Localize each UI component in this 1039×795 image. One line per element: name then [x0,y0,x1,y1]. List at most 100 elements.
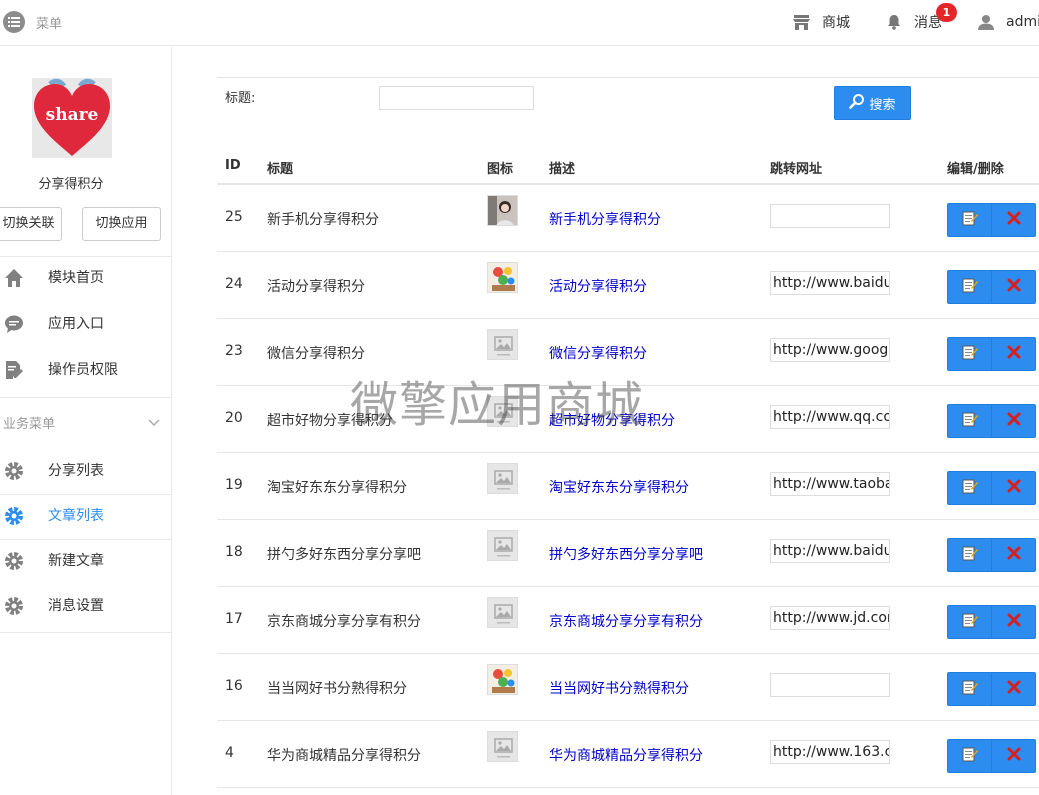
sidebar-item-message-settings[interactable]: 消息设置 [0,584,172,628]
close-icon [1007,747,1021,765]
sidebar: share 分享得积分 切换关联 切换应用 模块首页 应用入口 操作员权限 业务… [0,47,172,795]
logo-wordmark: share [46,105,99,125]
cell-description: 微信分享得积分 [549,346,647,362]
edit-button[interactable] [947,471,992,505]
cell-title: 淘宝好东东分享得积分 [267,480,407,496]
cell-description: 活动分享得积分 [549,279,647,295]
edit-button[interactable] [947,739,992,773]
sidebar-item-label: 模块首页 [48,270,104,286]
thumbnail-image [487,195,518,226]
search-divider [217,77,1039,78]
redirect-url-field[interactable]: http://www.163.com [770,740,890,764]
chevron-down-icon[interactable] [148,415,160,431]
redirect-url-field[interactable]: http://www.qq.com [770,405,890,429]
sidebar-item-label: 文章列表 [48,508,104,524]
table-row: 25 新手机分享得积分 新手机分享得积分 [217,185,1039,252]
messages-link[interactable]: 消息 [887,12,942,32]
sidebar-item-article-list[interactable]: 文章列表 [0,494,172,538]
edit-button[interactable] [947,605,992,639]
table-row: 23 微信分享得积分 微信分享得积分 http://www.google.com [217,319,1039,386]
cell-id: 25 [225,209,243,225]
list-icon [3,11,25,33]
delete-button[interactable] [991,672,1036,706]
search-title-input[interactable] [379,86,534,110]
redirect-url-field[interactable]: http://www.baidu.com [770,271,890,295]
redirect-url-field[interactable]: http://www.jd.com [770,606,890,630]
cell-description: 拼勺多好东西分享分享吧 [549,547,703,563]
sidebar-item-label: 消息设置 [48,598,104,614]
cell-id: 16 [225,678,243,694]
delete-button[interactable] [991,471,1036,505]
edit-button[interactable] [947,203,992,237]
close-icon [1007,278,1021,296]
redirect-url-field[interactable] [770,204,890,228]
cell-title: 华为商城精品分享得积分 [267,748,421,764]
thumbnail-image [487,329,518,360]
cell-title: 京东商城分享分享有积分 [267,614,421,630]
close-icon [1007,345,1021,363]
sidebar-item-module-home[interactable]: 模块首页 [0,256,172,300]
delete-button[interactable] [991,404,1036,438]
column-header-title: 标题 [267,162,294,177]
gear-icon [4,461,24,481]
sidebar-item-app-entry[interactable]: 应用入口 [0,302,172,346]
cell-description: 超市好物分享得积分 [549,413,675,429]
redirect-url-field[interactable] [770,673,890,697]
switch-link-button[interactable]: 切换关联 [0,207,62,241]
home-icon [4,268,24,288]
search-button[interactable]: 搜索 [834,86,911,120]
user-icon [978,14,994,30]
delete-button[interactable] [991,605,1036,639]
cell-id: 4 [225,745,234,761]
sidebar-item-operator-permissions[interactable]: 操作员权限 [0,348,172,392]
menu-toggle[interactable]: 菜单 [3,11,62,33]
redirect-url-field[interactable]: http://www.google.com [770,338,890,362]
thumbnail-image [487,530,518,561]
thumbnail-image [487,597,518,628]
shop-link[interactable]: 商城 [793,12,850,32]
delete-button[interactable] [991,538,1036,572]
cell-description: 华为商城精品分享得积分 [549,748,703,764]
delete-button[interactable] [991,739,1036,773]
delete-button[interactable] [991,270,1036,304]
app-logo: share [32,78,112,158]
gear-icon [4,551,24,571]
sidebar-item-new-article[interactable]: 新建文章 [0,539,172,583]
edit-button[interactable] [947,404,992,438]
cell-id: 20 [225,410,243,426]
user-name: admi [1006,14,1039,30]
table-row: 24 活动分享得积分 活动分享得积分 http://www.baidu.com [217,252,1039,319]
thumbnail-image [487,463,518,494]
edit-button[interactable] [947,538,992,572]
edit-button[interactable] [947,337,992,371]
cell-description: 淘宝好东东分享得积分 [549,480,689,496]
sidebar-item-share-list[interactable]: 分享列表 [0,449,172,493]
cell-description: 京东商城分享分享有积分 [549,614,703,630]
edit-button[interactable] [947,672,992,706]
switch-app-button[interactable]: 切换应用 [82,207,161,241]
delete-button[interactable] [991,337,1036,371]
thumbnail-image [487,396,518,427]
sidebar-item-label: 操作员权限 [48,362,118,378]
sidebar-item-label: 应用入口 [48,316,104,332]
user-menu[interactable]: admi [978,12,1039,32]
cell-title: 新手机分享得积分 [267,212,379,228]
cell-title: 拼勺多好东西分享分享吧 [267,547,421,563]
store-icon [793,14,810,30]
delete-button[interactable] [991,203,1036,237]
redirect-url-field[interactable]: http://www.taobao.com [770,472,890,496]
cell-description: 新手机分享得积分 [549,212,661,228]
table-row: 17 京东商城分享分享有积分 京东商城分享分享有积分 http://www.jd.co… [217,587,1039,654]
redirect-url-field[interactable]: http://www.baidu.com [770,539,890,563]
search-button-label: 搜索 [869,97,896,113]
cell-description: 当当网好书分熟得积分 [549,681,689,697]
close-icon [1007,546,1021,564]
business-menu-title[interactable]: 业务菜单 [3,413,55,432]
cell-title: 超市好物分享得积分 [267,413,393,429]
cell-id: 19 [225,477,243,493]
column-header-icon: 图标 [487,162,514,177]
table-row: 19 淘宝好东东分享得积分 淘宝好东东分享得积分 http://www.taobao.… [217,453,1039,520]
close-icon [1007,211,1021,229]
edit-button[interactable] [947,270,992,304]
cell-id: 23 [225,343,243,359]
